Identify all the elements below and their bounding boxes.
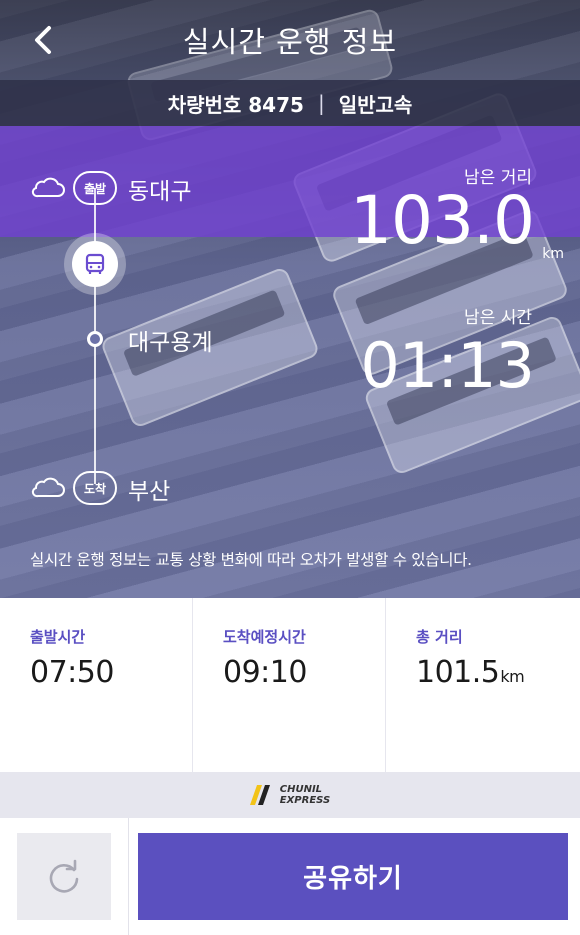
- accuracy-notice: 실시간 운행 정보는 교통 상황 변화에 따라 오차가 발생할 수 있습니다.: [30, 551, 472, 569]
- remaining-time-value: 01:13: [360, 329, 535, 402]
- arrival-badge: 도착: [73, 471, 117, 505]
- bus-icon: [85, 253, 105, 274]
- total-distance-cell: 총 거리 101.5km: [386, 598, 580, 772]
- departure-badge: 출발: [73, 171, 117, 205]
- app-header: 실시간 운행 정보: [0, 0, 580, 80]
- refresh-icon: [49, 859, 79, 893]
- arrival-time-cell: 도착예정시간 09:10: [193, 598, 386, 772]
- departure-time-label: 출발시간: [30, 628, 86, 646]
- remaining-distance-unit: km: [542, 246, 564, 262]
- vehicle-info-bar: 차량번호 8475 | 일반고속: [0, 80, 580, 126]
- page-title: 실시간 운행 정보: [182, 25, 398, 59]
- departure-time-cell: 출발시간 07:50: [0, 598, 193, 772]
- logo-line-1: CHUNIL: [279, 784, 323, 795]
- departure-time-value: 07:50: [30, 655, 114, 690]
- origin-stop-name: 동대구: [128, 179, 192, 205]
- action-divider: [128, 818, 129, 935]
- via-stop-dot: [87, 331, 103, 347]
- realtime-hero: 실시간 운행 정보 차량번호 8475 | 일반고속 출발 동대구 대구용계 도…: [0, 0, 580, 598]
- vehicle-separator: |: [317, 91, 325, 115]
- brand-bar: CHUNIL EXPRESS: [0, 772, 580, 818]
- back-button[interactable]: [28, 22, 58, 58]
- total-distance-unit: km: [500, 667, 525, 686]
- logo-line-2: EXPRESS: [279, 795, 331, 806]
- arrival-time-label: 도착예정시간: [223, 628, 306, 646]
- arrival-time-value: 09:10: [223, 655, 307, 690]
- trip-info-panel: 출발시간 07:50 도착예정시간 09:10 총 거리 101.5km: [0, 598, 580, 772]
- bus-grade: 일반고속: [338, 92, 413, 117]
- total-distance-value: 101.5: [416, 655, 500, 690]
- chevron-left-icon: [35, 26, 51, 54]
- via-stop-name: 대구용계: [128, 330, 213, 356]
- destination-stop-name: 부산: [128, 479, 171, 505]
- logo-mark-icon: [249, 785, 270, 805]
- refresh-button[interactable]: [17, 833, 111, 920]
- current-bus-marker: [72, 241, 118, 287]
- cloud-icon: [31, 477, 65, 498]
- total-distance-label: 총 거리: [416, 628, 463, 646]
- chunil-express-logo: CHUNIL EXPRESS: [249, 784, 330, 806]
- remaining-time-label: 남은 시간: [464, 308, 532, 328]
- share-button[interactable]: 공유하기: [138, 833, 568, 920]
- total-distance-value-wrap: 101.5km: [416, 655, 580, 690]
- action-bar: 공유하기: [0, 818, 580, 935]
- vehicle-number: 차량번호 8475: [167, 92, 304, 117]
- cloud-icon: [31, 177, 65, 198]
- remaining-distance-value: 103.0: [350, 182, 535, 259]
- logo-text: CHUNIL EXPRESS: [280, 784, 330, 806]
